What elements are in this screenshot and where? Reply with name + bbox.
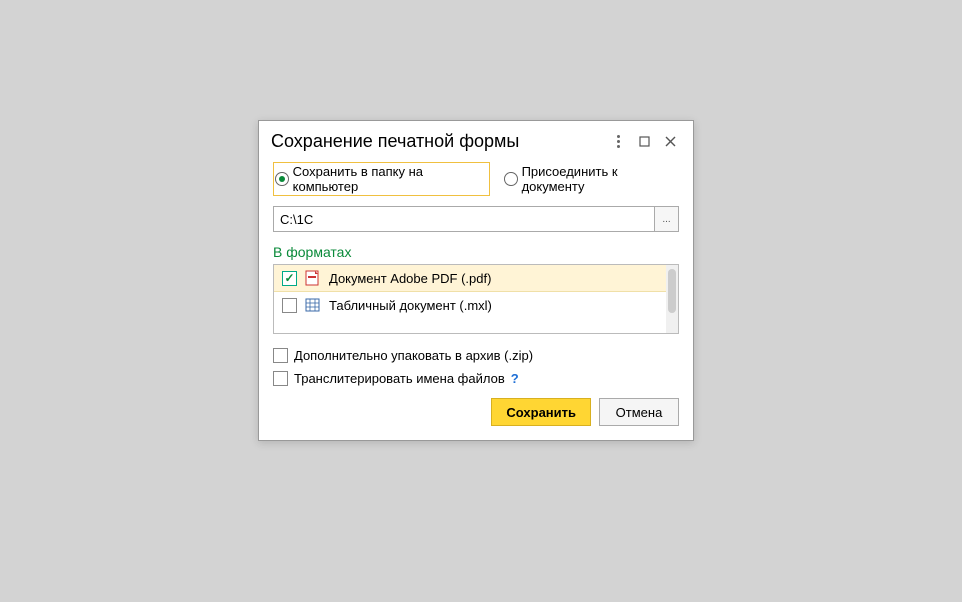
radio-attach-to-document[interactable]: Присоединить к документу [504,164,679,194]
close-icon[interactable] [659,132,681,152]
formats-list: Документ Adobe PDF (.pdf) Табличный доку… [273,264,679,334]
formats-heading: В форматах [273,244,679,260]
save-button[interactable]: Сохранить [491,398,591,426]
option-zip[interactable]: Дополнительно упаковать в архив (.zip) [273,348,679,363]
extra-options: Дополнительно упаковать в архив (.zip) Т… [273,348,679,386]
format-label: Документ Adobe PDF (.pdf) [329,271,491,286]
format-row-pdf[interactable]: Документ Adobe PDF (.pdf) [274,265,666,292]
scrollbar[interactable] [666,265,678,333]
radio-save-to-folder[interactable]: Сохранить в папку на компьютер [273,162,490,196]
pdf-icon [305,270,321,286]
path-input[interactable] [273,206,655,232]
radio-icon [275,172,289,186]
destination-radio-group: Сохранить в папку на компьютер Присоедин… [273,162,679,196]
option-label: Транслитерировать имена файлов [294,371,505,386]
titlebar: Сохранение печатной формы [259,121,693,158]
help-icon[interactable]: ? [511,371,519,386]
radio-icon [504,172,518,186]
button-row: Сохранить Отмена [273,398,679,426]
checkbox[interactable] [273,371,288,386]
kebab-menu-icon[interactable] [607,132,629,152]
format-label: Табличный документ (.mxl) [329,298,492,313]
radio-label: Присоединить к документу [522,164,679,194]
checkbox[interactable] [273,348,288,363]
browse-button[interactable]: ... [655,206,679,232]
save-print-form-dialog: Сохранение печатной формы Сохранить в па… [258,120,694,441]
path-row: ... [273,206,679,232]
option-label: Дополнительно упаковать в архив (.zip) [294,348,533,363]
checkbox[interactable] [282,271,297,286]
cancel-button[interactable]: Отмена [599,398,679,426]
checkbox[interactable] [282,298,297,313]
radio-label: Сохранить в папку на компьютер [293,164,486,194]
scrollbar-thumb[interactable] [668,269,676,313]
maximize-icon[interactable] [633,132,655,152]
dialog-title: Сохранение печатной формы [271,131,603,152]
option-transliterate[interactable]: Транслитерировать имена файлов ? [273,371,679,386]
spreadsheet-icon [305,297,321,313]
format-row-mxl[interactable]: Табличный документ (.mxl) [274,292,666,318]
